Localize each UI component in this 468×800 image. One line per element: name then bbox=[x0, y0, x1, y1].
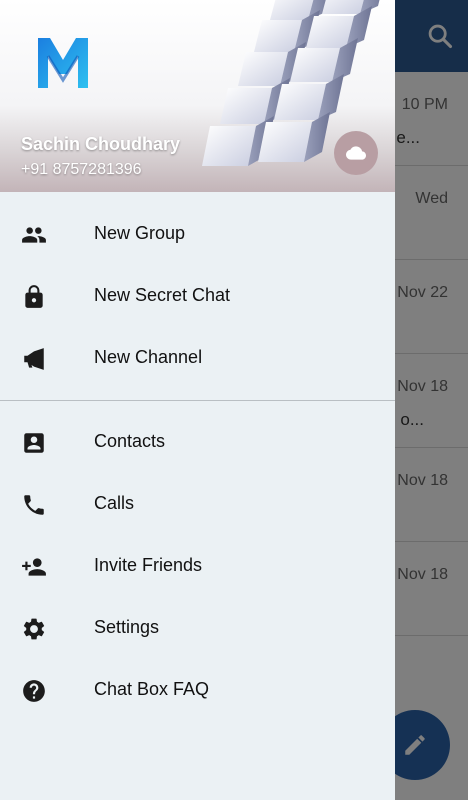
megaphone-icon bbox=[24, 348, 44, 370]
drawer-header: Sachin Choudhary +91 8757281396 bbox=[0, 0, 395, 192]
menu-item-label: Settings bbox=[94, 617, 160, 637]
menu-item-label: Chat Box FAQ bbox=[94, 679, 210, 699]
menu-item-contacts[interactable]: Contacts bbox=[0, 411, 395, 473]
menu-item-settings[interactable]: Settings bbox=[0, 597, 395, 659]
phone-icon bbox=[24, 495, 44, 515]
user-phone: +91 8757281396 bbox=[21, 161, 142, 178]
add-person-icon bbox=[22, 558, 46, 576]
menu-item-label: New Group bbox=[94, 223, 186, 243]
app-logo bbox=[38, 38, 88, 88]
menu-item-label: Contacts bbox=[94, 431, 166, 451]
menu-divider bbox=[0, 400, 395, 401]
help-icon bbox=[23, 680, 45, 702]
lock-icon bbox=[25, 285, 43, 308]
saved-messages-button[interactable] bbox=[334, 131, 378, 175]
menu-item-label: Calls bbox=[94, 493, 135, 513]
menu-item-label: New Secret Chat bbox=[94, 285, 231, 305]
cloud-icon bbox=[346, 146, 366, 160]
group-icon bbox=[22, 227, 46, 243]
menu-group-primary: New Group New Secret Chat New Channel bbox=[0, 203, 395, 389]
menu-item-invite-friends[interactable]: Invite Friends bbox=[0, 535, 395, 597]
menu-group-secondary: Contacts Calls Invite Friends Settings C… bbox=[0, 411, 395, 721]
menu-item-faq[interactable]: Chat Box FAQ bbox=[0, 659, 395, 721]
gear-icon bbox=[23, 618, 45, 640]
menu-item-new-secret-chat[interactable]: New Secret Chat bbox=[0, 265, 395, 327]
menu-item-label: New Channel bbox=[94, 347, 203, 367]
menu-item-new-channel[interactable]: New Channel bbox=[0, 327, 395, 389]
menu-item-new-group[interactable]: New Group bbox=[0, 203, 395, 265]
menu-item-label: Invite Friends bbox=[94, 555, 203, 575]
menu-item-calls[interactable]: Calls bbox=[0, 473, 395, 535]
user-name: Sachin Choudhary bbox=[21, 134, 181, 154]
contacts-icon bbox=[24, 433, 44, 453]
navigation-drawer: Sachin Choudhary +91 8757281396 New Grou… bbox=[0, 0, 395, 800]
